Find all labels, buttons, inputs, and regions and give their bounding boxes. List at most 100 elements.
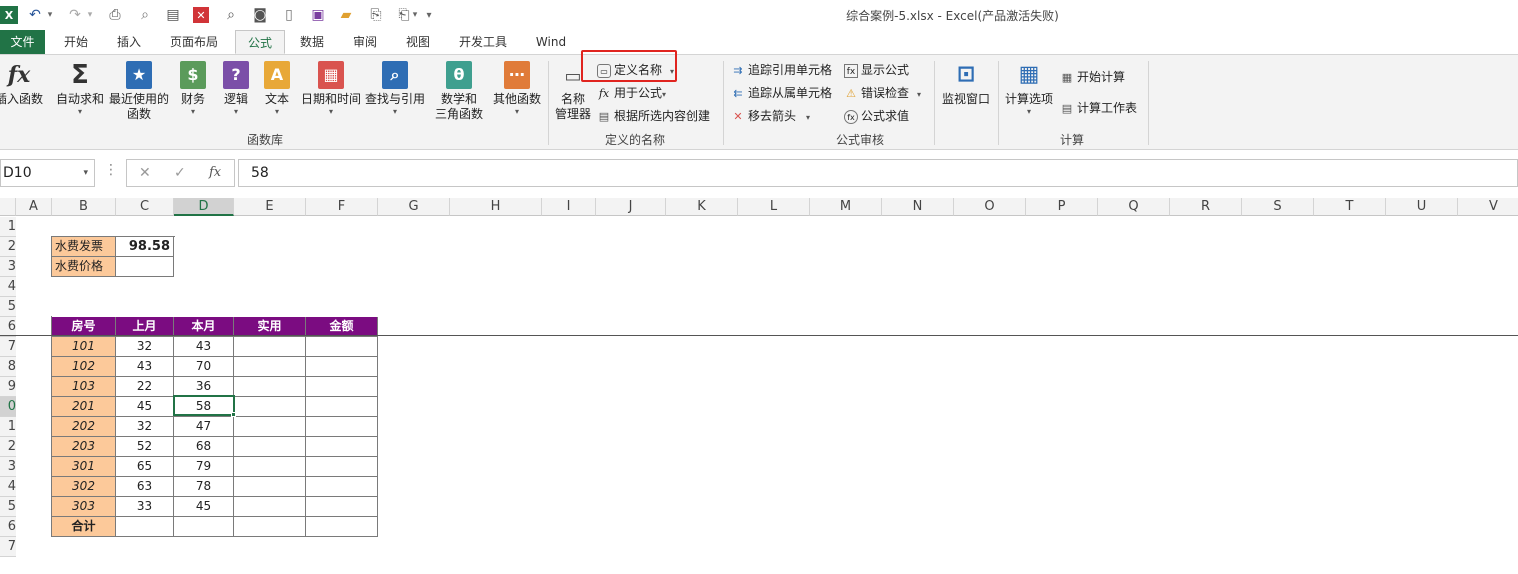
table-header-cell[interactable]: 实用 — [234, 317, 306, 337]
table-header-cell[interactable]: 金额 — [306, 317, 378, 337]
table-cell[interactable] — [234, 457, 306, 477]
financial-button[interactable]: $ 财务 ▾ — [176, 61, 210, 117]
lookup-button[interactable]: ⌕ 查找与引用 ▾ — [364, 61, 426, 117]
tab-data[interactable]: 数据 — [292, 30, 332, 54]
table-cell[interactable] — [234, 397, 306, 417]
column-header-k[interactable]: K — [666, 198, 738, 216]
column-header-o[interactable]: O — [954, 198, 1026, 216]
table-cell[interactable]: 45 — [174, 497, 234, 517]
insert-function-icon[interactable]: fx — [209, 165, 221, 180]
row-header[interactable]: 6 — [0, 517, 16, 537]
worksheet-grid[interactable]: ABCDEFGHIJKLMNOPQRSTUV 12345678901234567… — [0, 198, 1518, 574]
info-label[interactable]: 水费价格 — [52, 257, 116, 277]
calc-options-button[interactable]: ▦ 计算选项 ▾ — [1002, 61, 1056, 117]
info-value[interactable]: 98.58 — [116, 237, 174, 257]
table-cell[interactable]: 32 — [116, 417, 174, 437]
cancel-icon[interactable]: ✕ — [139, 165, 151, 181]
select-all-corner[interactable] — [0, 198, 16, 216]
tab-insert[interactable]: 插入 — [108, 30, 150, 54]
table-cell[interactable]: 45 — [116, 397, 174, 417]
autosum-button[interactable]: Σ 自动求和 ▾ — [54, 61, 106, 117]
insert-function-button[interactable]: fx 插入函数 — [0, 61, 44, 107]
column-header-a[interactable]: A — [16, 198, 52, 216]
room-number-cell[interactable]: 102 — [52, 357, 116, 377]
table-cell[interactable] — [234, 417, 306, 437]
column-header-g[interactable]: G — [378, 198, 450, 216]
column-header-j[interactable]: J — [596, 198, 666, 216]
calc-now-button[interactable]: ▦ 开始计算 — [1060, 67, 1125, 87]
row-header[interactable]: 8 — [0, 357, 16, 377]
table-cell[interactable] — [234, 337, 306, 357]
info-label[interactable]: 水费发票 — [52, 237, 116, 257]
fill-handle[interactable] — [231, 412, 236, 417]
trace-dependents-button[interactable]: ⇇ 追踪从属单元格 — [731, 83, 832, 103]
trace-precedents-button[interactable]: ⇉ 追踪引用单元格 — [731, 60, 832, 80]
table-cell[interactable] — [306, 497, 378, 517]
room-number-cell[interactable]: 103 — [52, 377, 116, 397]
recent-functions-button[interactable]: ★ 最近使用的 函数 — [108, 61, 170, 122]
tab-page-layout[interactable]: 页面布局 — [162, 30, 226, 54]
column-header-p[interactable]: P — [1026, 198, 1098, 216]
tab-wind[interactable]: Wind — [530, 30, 572, 54]
column-header-e[interactable]: E — [234, 198, 306, 216]
create-from-selection-button[interactable]: ▤ 根据所选内容创建 — [597, 106, 710, 126]
tab-developer[interactable]: 开发工具 — [453, 30, 513, 54]
table-cell[interactable] — [234, 477, 306, 497]
tab-review[interactable]: 审阅 — [345, 30, 385, 54]
row-header[interactable]: 2 — [0, 237, 16, 257]
row-header[interactable]: 5 — [0, 297, 16, 317]
total-cell[interactable] — [306, 517, 378, 537]
table-cell[interactable] — [234, 377, 306, 397]
table-cell[interactable]: 36 — [174, 377, 234, 397]
column-header-q[interactable]: Q — [1098, 198, 1170, 216]
room-number-cell[interactable]: 202 — [52, 417, 116, 437]
row-header[interactable]: 4 — [0, 277, 16, 297]
room-number-cell[interactable]: 303 — [52, 497, 116, 517]
column-header-h[interactable]: H — [450, 198, 542, 216]
tab-formulas[interactable]: 公式 — [235, 30, 285, 54]
use-in-formula-button[interactable]: fx 用于公式▾ — [597, 83, 666, 103]
tab-file[interactable]: 文件 — [0, 30, 45, 54]
row-header[interactable]: 3 — [0, 457, 16, 477]
row-header[interactable]: 7 — [0, 537, 16, 557]
table-cell[interactable] — [306, 377, 378, 397]
row-header[interactable]: 7 — [0, 337, 16, 357]
row-header[interactable]: 2 — [0, 437, 16, 457]
chevron-down-icon[interactable]: ▾ — [83, 160, 88, 186]
column-header-d[interactable]: D — [174, 198, 234, 216]
datetime-button[interactable]: ▦ 日期和时间 ▾ — [300, 61, 362, 117]
room-number-cell[interactable]: 301 — [52, 457, 116, 477]
row-header[interactable]: 0 — [0, 397, 16, 417]
column-header-n[interactable]: N — [882, 198, 954, 216]
table-cell[interactable]: 43 — [116, 357, 174, 377]
table-cell[interactable]: 79 — [174, 457, 234, 477]
more-functions-button[interactable]: ⋯ 其他函数 ▾ — [490, 61, 544, 117]
column-header-v[interactable]: V — [1458, 198, 1518, 216]
name-box[interactable]: D10 ▾ — [0, 159, 95, 187]
room-number-cell[interactable]: 201 — [52, 397, 116, 417]
total-cell[interactable] — [174, 517, 234, 537]
row-header[interactable]: 9 — [0, 377, 16, 397]
column-header-u[interactable]: U — [1386, 198, 1458, 216]
room-number-cell[interactable]: 101 — [52, 337, 116, 357]
row-header[interactable]: 1 — [0, 417, 16, 437]
row-header[interactable]: 3 — [0, 257, 16, 277]
calc-sheet-button[interactable]: ▤ 计算工作表 — [1060, 98, 1137, 118]
table-cell[interactable]: 65 — [116, 457, 174, 477]
enter-icon[interactable]: ✓ — [174, 165, 186, 181]
logical-button[interactable]: ? 逻辑 ▾ — [219, 61, 253, 117]
evaluate-formula-button[interactable]: fx 公式求值 — [844, 106, 909, 126]
column-header-f[interactable]: F — [306, 198, 378, 216]
column-header-s[interactable]: S — [1242, 198, 1314, 216]
table-cell[interactable]: 63 — [116, 477, 174, 497]
column-header-i[interactable]: I — [542, 198, 596, 216]
table-cell[interactable] — [306, 437, 378, 457]
row-header[interactable]: 5 — [0, 497, 16, 517]
table-cell[interactable] — [234, 437, 306, 457]
table-cell[interactable] — [306, 397, 378, 417]
total-cell[interactable] — [116, 517, 174, 537]
room-number-cell[interactable]: 302 — [52, 477, 116, 497]
table-cell[interactable]: 52 — [116, 437, 174, 457]
column-header-l[interactable]: L — [738, 198, 810, 216]
tab-home[interactable]: 开始 — [54, 30, 98, 54]
